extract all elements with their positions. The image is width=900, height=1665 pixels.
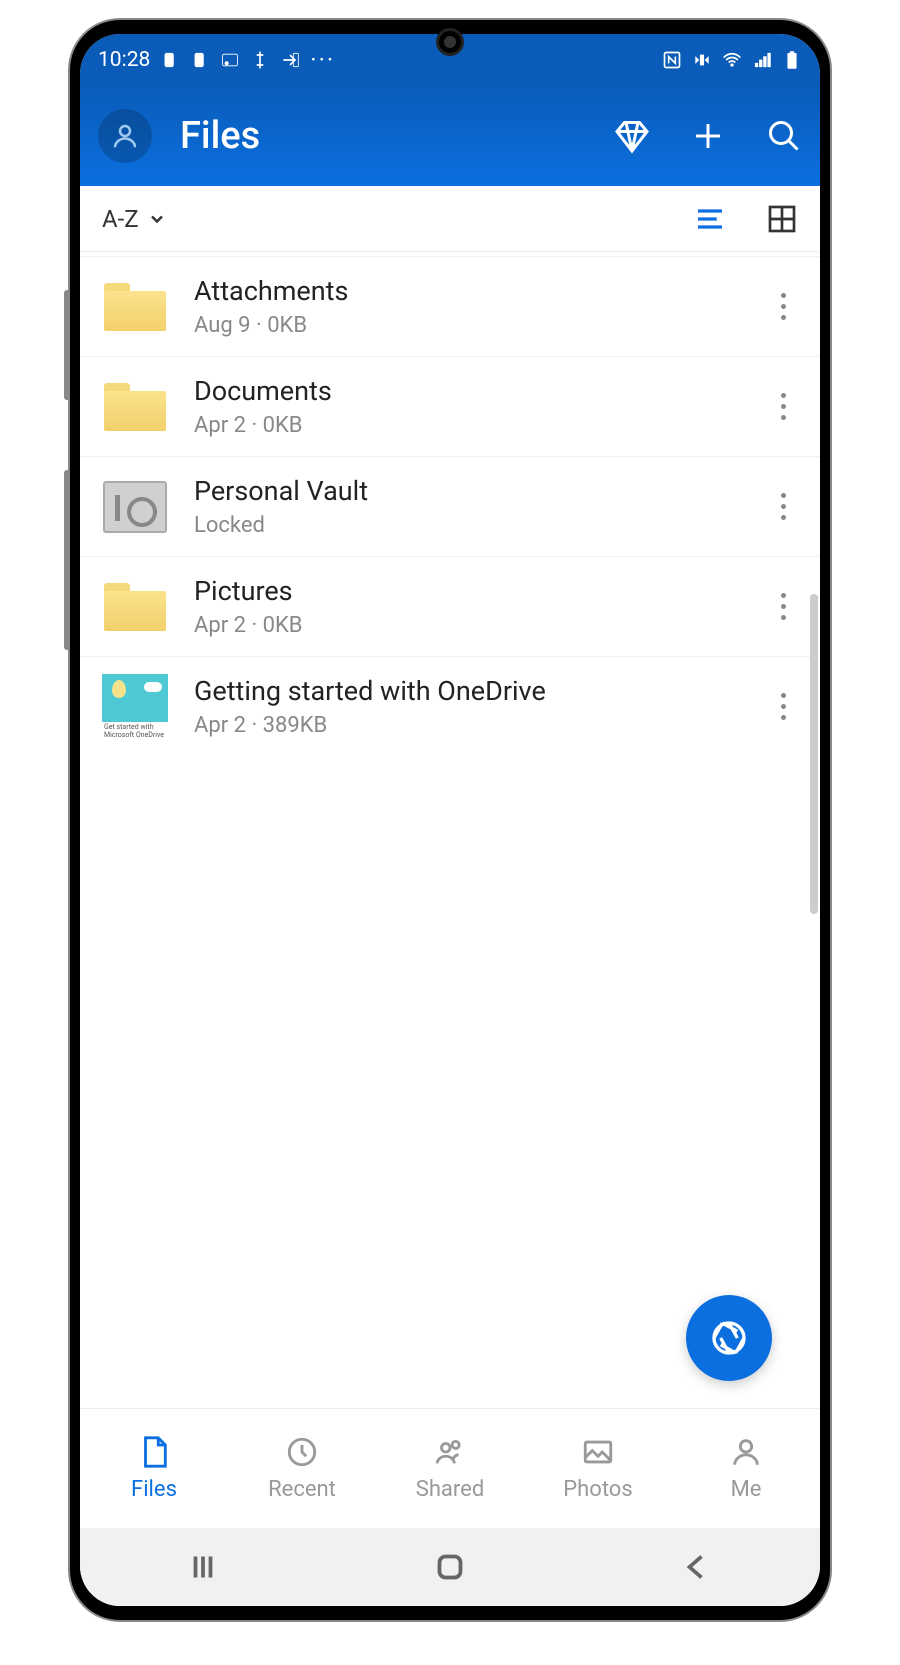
more-button[interactable] (768, 283, 798, 331)
nav-shared[interactable]: Shared (376, 1409, 524, 1528)
android-recents-button[interactable] (185, 1549, 221, 1585)
list-item[interactable]: Personal Vault Locked (80, 457, 820, 557)
folder-icon (104, 583, 166, 631)
grid-view-icon[interactable] (766, 203, 798, 235)
status-cast-icon (220, 50, 240, 70)
file-meta: Apr 2 · 0KB (194, 413, 742, 438)
file-name: Documents (194, 375, 742, 407)
status-more: ··· (310, 46, 335, 74)
android-back-button[interactable] (679, 1549, 715, 1585)
list-item[interactable]: Pictures Apr 2 · 0KB (80, 557, 820, 657)
nav-label: Shared (416, 1477, 484, 1502)
battery-icon (782, 50, 802, 70)
file-meta: Apr 2 · 389KB (194, 713, 742, 738)
folder-icon (104, 283, 166, 331)
image-icon (581, 1435, 615, 1469)
nav-photos[interactable]: Photos (524, 1409, 672, 1528)
file-name: Getting started with OneDrive (194, 675, 742, 707)
document-thumbnail: Get started with Microsoft OneDrive (102, 674, 168, 740)
app-header: Files (80, 86, 820, 186)
add-button[interactable] (690, 118, 726, 154)
file-icon (137, 1435, 171, 1469)
file-list: Attachments Aug 9 · 0KB Documents Apr 2 … (80, 252, 820, 1408)
file-name: Pictures (194, 575, 742, 607)
android-nav-bar (80, 1528, 820, 1606)
more-button[interactable] (768, 683, 798, 731)
wifi-icon (722, 50, 742, 70)
filter-icon[interactable] (694, 203, 726, 235)
sort-button[interactable]: A-Z (102, 205, 694, 233)
person-icon (110, 121, 140, 151)
file-name: Personal Vault (194, 475, 742, 507)
file-meta: Apr 2 · 0KB (194, 613, 742, 638)
more-button[interactable] (768, 583, 798, 631)
camera-aperture-icon (709, 1318, 749, 1358)
list-item[interactable]: Attachments Aug 9 · 0KB (80, 256, 820, 357)
sort-label-text: A-Z (102, 205, 139, 233)
premium-icon[interactable] (614, 118, 650, 154)
signal-icon (752, 50, 772, 70)
status-time: 10:28 (98, 48, 150, 72)
vibrate-icon (692, 50, 712, 70)
list-item[interactable]: Documents Apr 2 · 0KB (80, 357, 820, 457)
clock-icon (285, 1435, 319, 1469)
scan-fab[interactable] (686, 1295, 772, 1381)
page-title: Files (180, 114, 614, 158)
people-icon (433, 1435, 467, 1469)
nav-label: Photos (563, 1477, 632, 1502)
person-icon (729, 1435, 763, 1469)
status-app-icon (160, 50, 180, 70)
bottom-nav: Files Recent Shared Photos Me (80, 1408, 820, 1528)
nav-me[interactable]: Me (672, 1409, 820, 1528)
nav-label: Me (731, 1477, 762, 1502)
folder-icon (104, 383, 166, 431)
nav-label: Recent (268, 1477, 336, 1502)
nav-files[interactable]: Files (80, 1409, 228, 1528)
more-button[interactable] (768, 483, 798, 531)
file-name: Attachments (194, 275, 742, 307)
sort-bar: A-Z (80, 186, 820, 252)
chevron-down-icon (147, 209, 167, 229)
nav-recent[interactable]: Recent (228, 1409, 376, 1528)
android-home-button[interactable] (432, 1549, 468, 1585)
file-meta: Aug 9 · 0KB (194, 313, 742, 338)
search-button[interactable] (766, 118, 802, 154)
list-item[interactable]: Get started with Microsoft OneDrive Gett… (80, 657, 820, 756)
nfc-icon (662, 50, 682, 70)
more-button[interactable] (768, 383, 798, 431)
status-app-icon-2 (190, 50, 210, 70)
account-button[interactable] (98, 109, 152, 163)
status-usb-icon (250, 50, 270, 70)
nav-label: Files (131, 1477, 177, 1502)
vault-icon (103, 481, 167, 533)
file-meta: Locked (194, 513, 742, 538)
status-transfer-icon (280, 50, 300, 70)
